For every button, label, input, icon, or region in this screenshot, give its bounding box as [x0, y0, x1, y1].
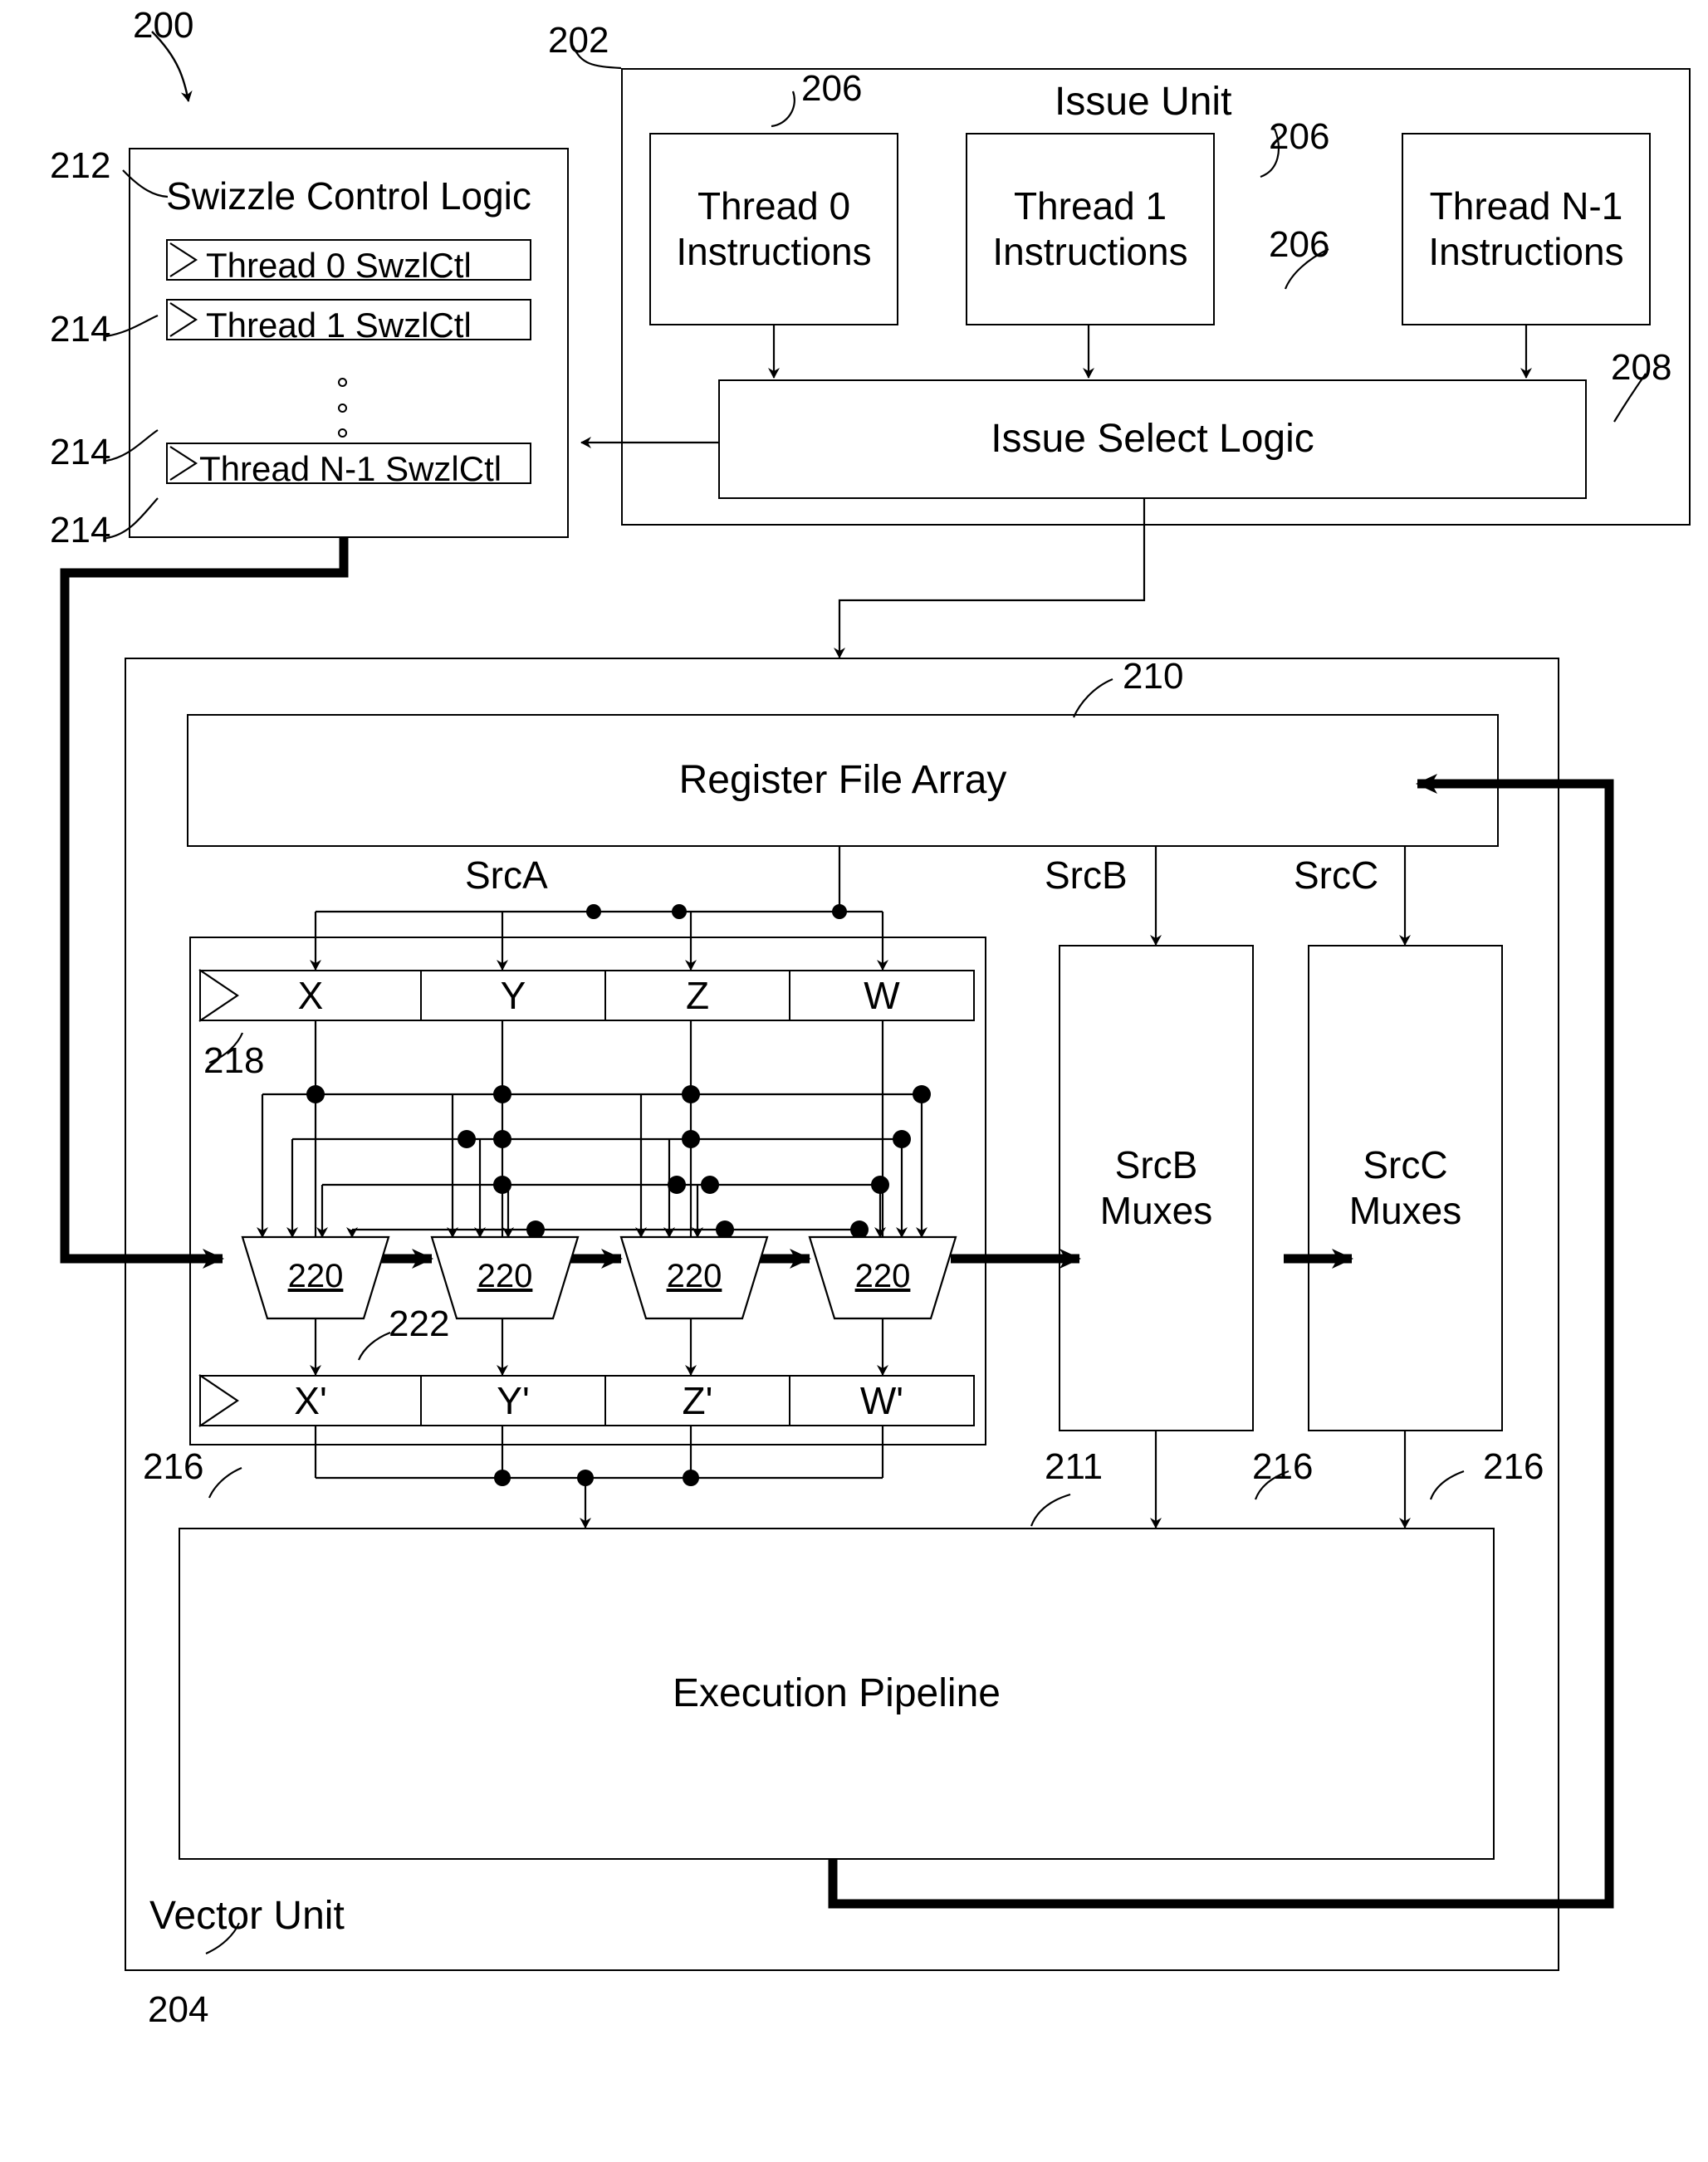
ref-214-b: 214 — [50, 432, 111, 472]
execution-pipeline-label: Execution Pipeline — [673, 1671, 1001, 1716]
srcb-muxes-box[interactable]: SrcB Muxes — [1059, 945, 1254, 1431]
register-file-array-label: Register File Array — [678, 758, 1007, 803]
ellipsis-dot-3 — [337, 428, 347, 438]
issue-select-logic-box[interactable]: Issue Select Logic — [718, 379, 1587, 499]
srca-out-reg-cell-y-label: Y' — [497, 1379, 530, 1422]
srca-out-reg-cell-x-label: X' — [294, 1379, 327, 1422]
srca-out-reg-cell-w-label: W' — [859, 1379, 904, 1422]
ref-202: 202 — [548, 20, 609, 61]
srca-out-reg-cell-z: Z' — [604, 1375, 790, 1426]
register-file-array-box[interactable]: Register File Array — [187, 714, 1499, 847]
swizzle-mux-w[interactable]: 220 — [810, 1258, 956, 1295]
srca-bus-label: SrcA — [465, 854, 548, 897]
swzlctl-ellipsis — [336, 378, 348, 438]
swzlctl-entry-threadN-label: Thread N-1 SwzlCtl — [199, 449, 502, 488]
srca-out-reg-cell-x: X' — [199, 1375, 422, 1426]
srcc-bus-label: SrcC — [1294, 854, 1379, 897]
figure-canvas: 200 202 212 214 214 214 206 206 206 208 … — [0, 0, 1708, 2162]
ref-204: 204 — [148, 1989, 209, 2030]
thread0-instructions-box[interactable]: Thread 0 Instructions — [649, 133, 898, 325]
srcb-bus-label: SrcB — [1045, 854, 1128, 897]
ref-214-c: 214 — [50, 510, 111, 550]
srca-reg-cell-y-label: Y — [500, 974, 526, 1017]
thread0-instructions-label: Thread 0 Instructions — [676, 183, 872, 273]
srca-reg-cell-w-label: W — [864, 974, 900, 1017]
srca-reg-cell-w: W — [789, 970, 975, 1021]
issue-select-logic-label: Issue Select Logic — [991, 417, 1314, 462]
srca-reg-cell-y: Y — [420, 970, 606, 1021]
srcc-muxes-label: SrcC Muxes — [1348, 1142, 1462, 1232]
swzlctl-entry-thread0-label: Thread 0 SwzlCtl — [206, 246, 472, 285]
swizzle-mux-x[interactable]: 220 — [242, 1258, 389, 1295]
srcb-muxes-label: SrcB Muxes — [1099, 1142, 1213, 1232]
swizzle-control-logic-title: Swizzle Control Logic — [166, 174, 531, 218]
thread1-instructions-label: Thread 1 Instructions — [992, 183, 1188, 273]
vector-unit-title: Vector Unit — [149, 1894, 345, 1938]
srca-out-reg-cell-y: Y' — [420, 1375, 606, 1426]
srca-out-reg-cell-w: W' — [789, 1375, 975, 1426]
srca-reg-cell-x-label: X — [297, 974, 324, 1017]
swzlctl-entry-thread1-label: Thread 1 SwzlCtl — [206, 306, 472, 345]
issue-unit-title: Issue Unit — [1055, 80, 1232, 124]
threadN-instructions-box[interactable]: Thread N-1 Instructions — [1402, 133, 1651, 325]
ellipsis-dot-2 — [337, 403, 347, 413]
swizzle-mux-y[interactable]: 220 — [432, 1258, 578, 1295]
ref-200: 200 — [133, 5, 194, 46]
ref-214-a: 214 — [50, 309, 111, 350]
thread1-instructions-box[interactable]: Thread 1 Instructions — [966, 133, 1215, 325]
srca-reg-cell-x: X — [199, 970, 422, 1021]
execution-pipeline-box[interactable]: Execution Pipeline — [179, 1528, 1495, 1860]
threadN-instructions-label: Thread N-1 Instructions — [1428, 183, 1624, 273]
srcc-muxes-box[interactable]: SrcC Muxes — [1308, 945, 1503, 1431]
srca-out-reg-cell-z-label: Z' — [682, 1379, 713, 1422]
ellipsis-dot-1 — [337, 378, 347, 387]
swizzle-mux-z[interactable]: 220 — [621, 1258, 767, 1295]
ref-212: 212 — [50, 145, 111, 186]
srca-reg-cell-z: Z — [604, 970, 790, 1021]
srca-reg-cell-z-label: Z — [685, 974, 710, 1017]
